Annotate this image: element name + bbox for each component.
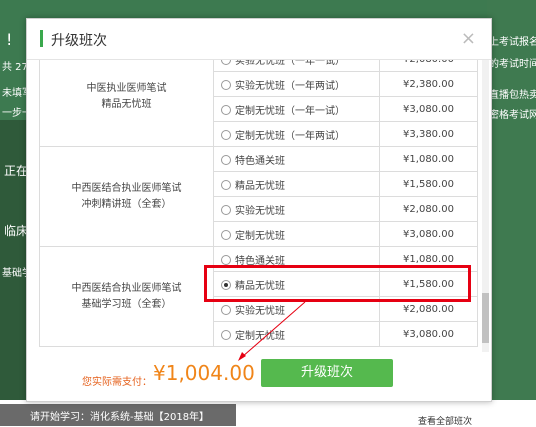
background-footer-bar: 请开始学习：消化系统-基础【2018年】 — [0, 404, 236, 426]
background-right-text-4: 密格考试网上 — [489, 110, 536, 121]
upgrade-button[interactable]: 升级班次 — [261, 359, 393, 387]
background-continue-study[interactable]: 请开始学习：消化系统-基础【2018年】 — [30, 408, 209, 423]
pay-amount: ¥1,004.00 — [153, 361, 255, 385]
background-view-all-link[interactable]: 查看全部班次 — [418, 414, 472, 427]
background-tab-clinic: 临床 — [4, 224, 29, 238]
background-right-text-3: 直播包热卖 — [489, 90, 536, 101]
upgrade-dialog: 升级班次 × 中医执业医师笔试精品无忧班实验无忧班（一年一试）¥2,080.00… — [26, 18, 492, 402]
pay-label: 您实际需支付： — [82, 377, 152, 388]
background-exclaim-icon: ! — [6, 30, 13, 49]
background-right-text-2: 的考试时间 — [489, 59, 536, 70]
background-right-text-1: 上考试报名时 — [489, 37, 536, 48]
annotation-arrow — [238, 301, 306, 361]
